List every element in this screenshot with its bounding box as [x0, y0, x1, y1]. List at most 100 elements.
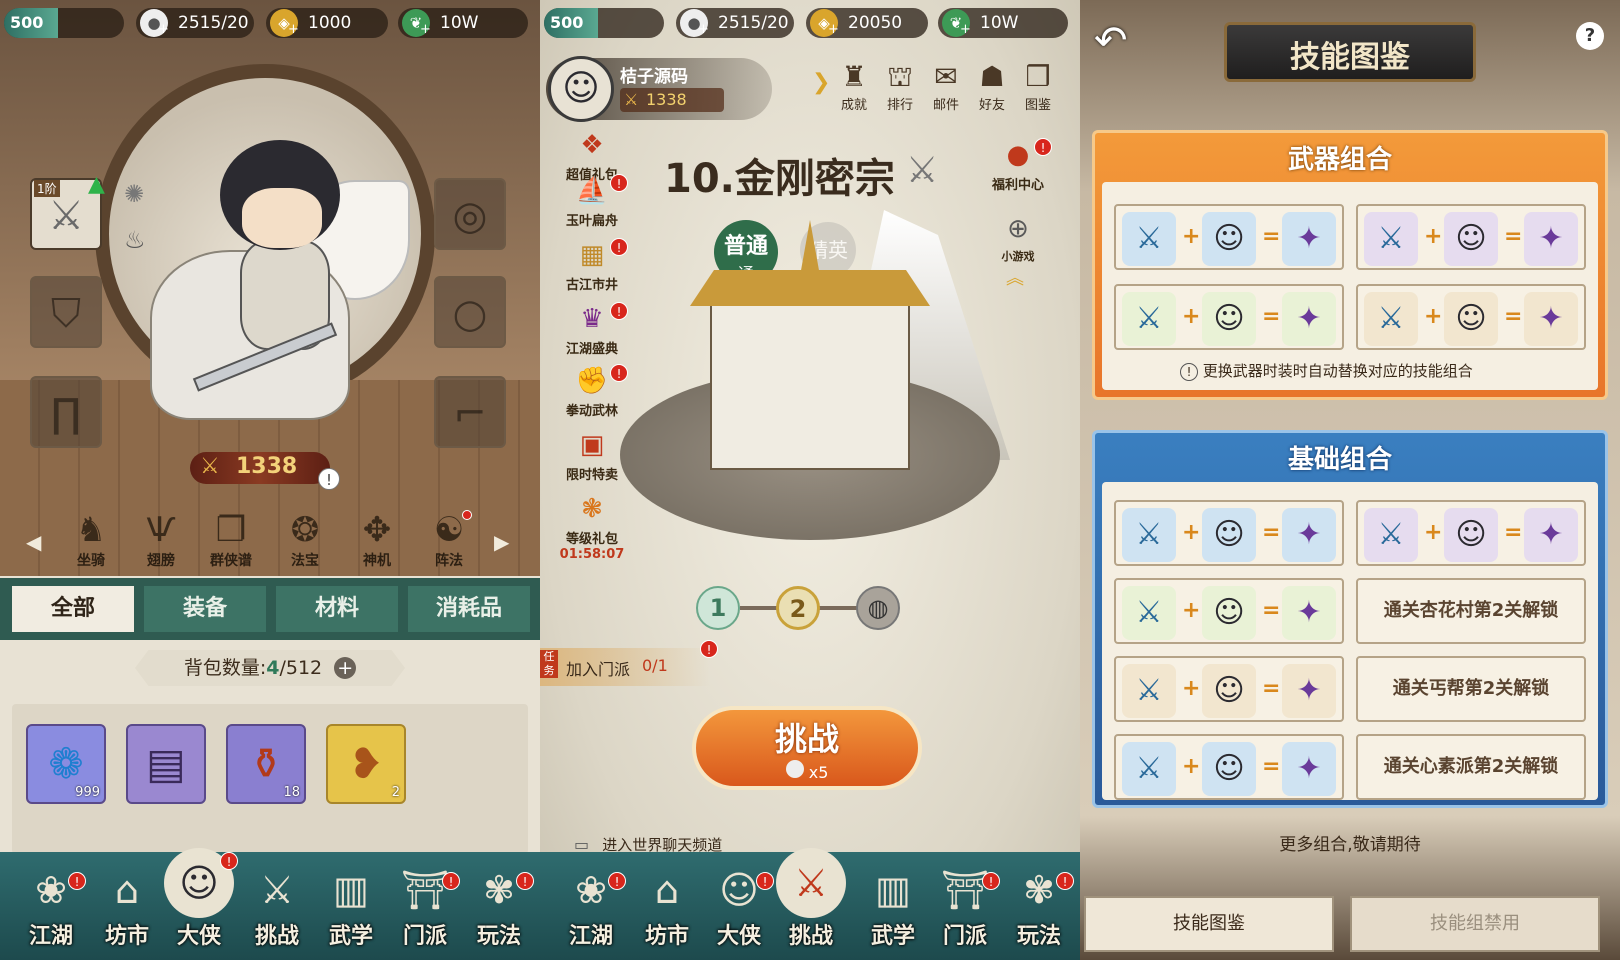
tab-consumables[interactable]: 消耗品: [406, 584, 532, 634]
ring-slot[interactable]: ○: [434, 276, 506, 348]
notify-badge: !: [756, 872, 774, 890]
shop-icon: ⌂: [114, 868, 140, 912]
menu-machine[interactable]: ✥ 神机: [346, 510, 408, 570]
stage-1[interactable]: 1: [696, 586, 740, 630]
plus-icon: +: [1424, 224, 1443, 249]
nav-martial[interactable]: ▥ 武学: [316, 862, 386, 950]
ranking-button[interactable]: ⛫ 排行: [878, 60, 922, 113]
tab-materials[interactable]: 材料: [274, 584, 400, 634]
bag-total: /512: [279, 657, 323, 679]
locked-combo-2: 通关丐帮第2关解锁: [1356, 656, 1586, 722]
locked-combo-1: 通关杏花村第2关解锁: [1356, 578, 1586, 644]
nav-sect[interactable]: ⛩ 门派!: [390, 862, 460, 950]
coin-resource[interactable]: ◈ +20050: [806, 8, 928, 38]
menu-prev-arrow[interactable]: ◀: [26, 530, 41, 554]
add-icon: +: [698, 22, 709, 37]
accessory-slot[interactable]: ◎: [434, 178, 506, 250]
menu-heroes[interactable]: ❐ 群侠谱: [200, 510, 262, 570]
nav-play[interactable]: ✾ 玩法!: [1004, 862, 1074, 950]
level-value: 500: [550, 13, 584, 32]
nav-hero[interactable]: ☺ 大侠!: [164, 848, 238, 950]
task-banner[interactable]: 任务 加入门派 0/1: [540, 648, 710, 686]
friends-icon: ☗: [979, 60, 1005, 93]
weapon-combo-3[interactable]: ⚔ + ☺ = ✦: [1114, 284, 1344, 350]
armor-slot[interactable]: ⛉: [30, 276, 102, 348]
avatar[interactable]: ☺: [548, 56, 614, 122]
jade-resource[interactable]: ❦ +10W: [398, 8, 528, 38]
bun-resource[interactable]: ● +2515/20: [676, 8, 794, 38]
welfare-center[interactable]: ● 福利中心!: [978, 136, 1058, 193]
tab-skill-codex[interactable]: 技能图鉴: [1084, 896, 1334, 952]
roast-chicken-item[interactable]: ❥ 2: [326, 724, 406, 804]
tab-equipment[interactable]: 装备: [142, 584, 268, 634]
menu-next-arrow[interactable]: ▶: [494, 530, 509, 554]
nav-martial[interactable]: ▥ 武学: [858, 862, 928, 950]
weapon-combo-4[interactable]: ⚔ + ☺ = ✦: [1356, 284, 1586, 350]
adventure-panel: 500 ● +2515/20 ◈ +20050 ❦ +10W ☺ 桔子源码 ⚔ 1338…: [540, 0, 1080, 960]
coin-resource[interactable]: ◈ +1000: [266, 8, 388, 38]
hero-panel: 500 ● +2515/20 ◈ +1000 ❦ +10W 1阶 ⚔ ▲ ⛉ ∏ ◎ …: [0, 0, 540, 960]
boots-slot[interactable]: ⌐: [434, 376, 506, 448]
nav-jianghu[interactable]: ❀ 江湖!: [16, 862, 86, 950]
nav-challenge[interactable]: ⚔ 挑战: [242, 862, 312, 950]
skill-result-icon: ✦: [1524, 292, 1578, 346]
info-icon[interactable]: !: [318, 468, 340, 490]
notify-badge: !: [1034, 138, 1052, 156]
purple-scroll-item[interactable]: ▤: [126, 724, 206, 804]
task-text: 加入门派: [566, 660, 631, 679]
tab-skill-ban[interactable]: 技能组禁用: [1350, 896, 1600, 952]
basic-combo-5[interactable]: ⚔ + ☺ = ✦: [1114, 734, 1344, 800]
jade-resource[interactable]: ❦ +10W: [938, 8, 1068, 38]
blue-spirit-item[interactable]: ❁ 999: [26, 724, 106, 804]
nav-challenge[interactable]: ⚔ 挑战: [776, 848, 846, 950]
flame-icon: ♨: [124, 226, 146, 254]
temple-main: [710, 290, 910, 470]
nav-jianghu[interactable]: ❀ 江湖!: [556, 862, 626, 950]
expand-bag-icon[interactable]: +: [334, 657, 357, 679]
trophy-icon: ♜: [841, 60, 867, 93]
achievement-button[interactable]: ♜ 成就: [832, 60, 876, 113]
nav-hero[interactable]: ☺ 大侠!: [704, 862, 774, 950]
stage-boss[interactable]: ◍: [856, 586, 900, 630]
menu-wings[interactable]: Ѱ 翅膀: [130, 510, 192, 570]
friends-button[interactable]: ☗ 好友: [970, 60, 1014, 113]
plus-icon: +: [1182, 598, 1201, 623]
hero-character[interactable]: [150, 140, 410, 440]
fan-icon: ✾: [1023, 868, 1055, 912]
add-icon: +: [288, 22, 299, 37]
help-icon[interactable]: ?: [1576, 22, 1604, 50]
basic-combo-1[interactable]: ⚔ + ☺ = ✦: [1114, 500, 1344, 566]
mail-button[interactable]: ✉ 邮件: [924, 60, 968, 113]
add-icon: +: [420, 22, 431, 37]
pants-slot[interactable]: ∏: [30, 376, 102, 448]
skill-result-icon: ✦: [1282, 664, 1336, 718]
codex-button[interactable]: ❒ 图鉴: [1016, 60, 1060, 113]
weapon-combo-2[interactable]: ⚔ + ☺ = ✦: [1356, 204, 1586, 270]
basic-combo-2[interactable]: ⚔ + ☺ = ✦: [1356, 500, 1586, 566]
hero-avatar-icon: ☺: [719, 868, 759, 912]
temple-scene[interactable]: [600, 210, 1020, 550]
nav-market[interactable]: ⌂ 坊市: [92, 862, 162, 950]
expand-arrow-icon[interactable]: ❯: [812, 70, 830, 95]
stage-2[interactable]: 2: [776, 586, 820, 630]
challenge-button[interactable]: 挑战 x5: [692, 706, 922, 790]
gate-icon: ⛩: [400, 868, 450, 912]
basic-combo-3[interactable]: ⚔ + ☺ = ✦: [1114, 578, 1344, 644]
nav-sect[interactable]: ⛩ 门派!: [930, 862, 1000, 950]
bun-resource[interactable]: ● +2515/20: [136, 8, 254, 38]
nav-market[interactable]: ⌂ 坊市: [632, 862, 702, 950]
bag-used: 4: [266, 657, 280, 679]
skill-a-icon: ⚔: [1364, 292, 1418, 346]
basic-combo-4[interactable]: ⚔ + ☺ = ✦: [1114, 656, 1344, 722]
menu-treasure[interactable]: ❂ 法宝: [274, 510, 336, 570]
weapon-combo-1[interactable]: ⚔ + ☺ = ✦: [1114, 204, 1344, 270]
menu-formation[interactable]: ☯ 阵法: [418, 510, 480, 570]
tab-all[interactable]: 全部: [10, 584, 136, 634]
wine-jar-item[interactable]: ⚱ 18: [226, 724, 306, 804]
book-icon: ▥: [333, 868, 369, 912]
menu-mount[interactable]: ♞ 坐骑: [60, 510, 122, 570]
back-button[interactable]: ↶: [1094, 18, 1150, 68]
nav-play[interactable]: ✾ 玩法!: [464, 862, 534, 950]
skill-result-icon: ✦: [1524, 508, 1578, 562]
skill-a-icon: ⚔: [1122, 742, 1176, 796]
